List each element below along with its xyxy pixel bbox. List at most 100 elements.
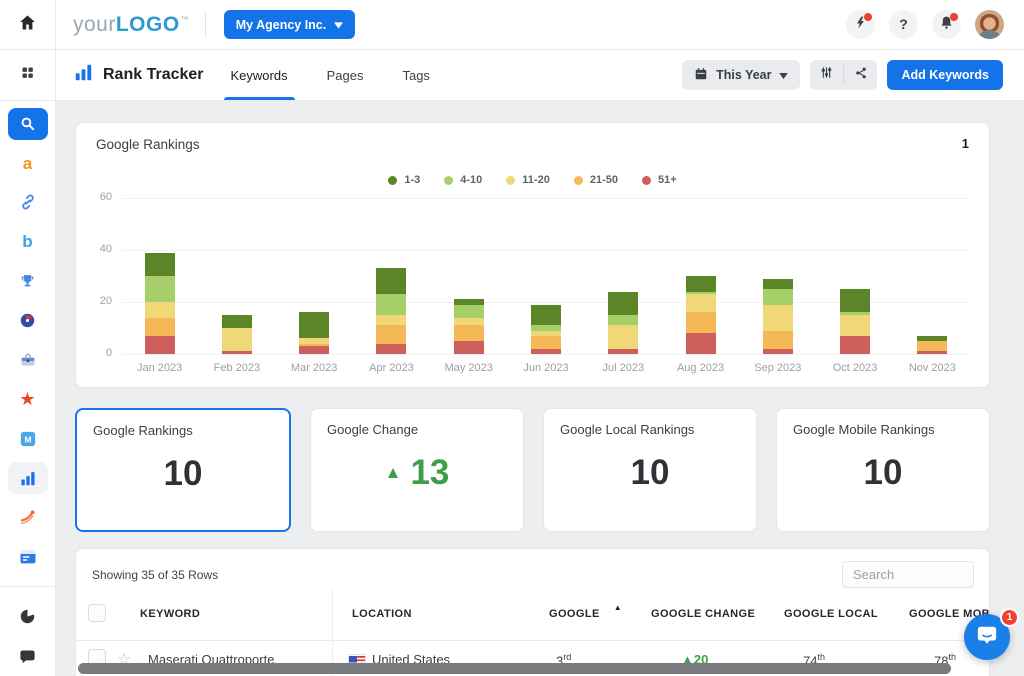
bar-segment-1-3[interactable] xyxy=(762,278,793,290)
bar-segment-21-50[interactable] xyxy=(685,312,716,334)
bar-segment-21-50[interactable] xyxy=(453,325,484,341)
date-range-button[interactable]: This Year xyxy=(682,60,801,90)
bar-segment-4-10[interactable] xyxy=(144,276,175,303)
bar-segment-11-20[interactable] xyxy=(376,315,407,326)
bar-segment-1-3[interactable] xyxy=(144,252,175,277)
bar-may-2023[interactable] xyxy=(453,299,484,354)
metric-card-google-mobile-rankings[interactable]: Google Mobile Rankings 10 xyxy=(776,408,990,532)
legend-label: 4-10 xyxy=(460,174,483,186)
column-header-keyword[interactable]: KEYWORD xyxy=(140,608,200,620)
notifications-button[interactable] xyxy=(932,10,961,39)
bar-segment-51[interactable] xyxy=(685,333,716,354)
bar-segment-51[interactable] xyxy=(840,335,871,354)
tab-tags[interactable]: Tags xyxy=(399,50,432,100)
sidebar-item-trophy[interactable] xyxy=(0,261,56,300)
bar-nov-2023[interactable] xyxy=(917,335,948,354)
bar-segment-4-10[interactable] xyxy=(453,304,484,318)
home-nav-cell[interactable] xyxy=(0,0,56,49)
select-all-checkbox[interactable] xyxy=(88,604,106,622)
avatar[interactable] xyxy=(975,10,1004,39)
logo[interactable]: your LOGO ™ xyxy=(73,13,189,37)
bar-segment-51[interactable] xyxy=(221,351,252,354)
sidebar-item-browser[interactable] xyxy=(0,537,56,576)
bar-segment-1-3[interactable] xyxy=(376,268,407,295)
filter-sliders-button[interactable] xyxy=(810,60,843,90)
bar-segment-11-20[interactable] xyxy=(221,328,252,352)
sidebar-item-rank-tracker[interactable] xyxy=(0,458,56,497)
bar-segment-4-10[interactable] xyxy=(376,294,407,316)
bar-segment-11-20[interactable] xyxy=(453,317,484,326)
sidebar-item-semrush[interactable] xyxy=(0,498,56,537)
bar-segment-21-50[interactable] xyxy=(917,341,948,352)
legend-item-21-50[interactable]: 21-50 xyxy=(573,174,618,186)
bar-segment-51[interactable] xyxy=(917,351,948,354)
share-button[interactable] xyxy=(844,60,877,90)
legend-item-1-3[interactable]: 1-3 xyxy=(388,174,420,186)
bar-jul-2023[interactable] xyxy=(608,291,639,354)
legend-item-4-10[interactable]: 4-10 xyxy=(444,174,482,186)
bar-segment-1-3[interactable] xyxy=(608,291,639,316)
sidebar-item-chat[interactable] xyxy=(0,637,56,676)
bar-mar-2023[interactable] xyxy=(299,312,330,354)
bar-segment-51[interactable] xyxy=(762,348,793,354)
bar-aug-2023[interactable] xyxy=(685,276,716,354)
bar-segment-21-50[interactable] xyxy=(144,317,175,336)
sidebar-item-link[interactable] xyxy=(0,183,56,222)
sidebar-item-star[interactable]: ★ xyxy=(0,380,56,419)
sidebar-item-toolbox[interactable] xyxy=(0,340,56,379)
sidebar-item-bing[interactable]: b xyxy=(0,222,56,261)
bar-segment-11-20[interactable] xyxy=(685,294,716,313)
bar-segment-1-3[interactable] xyxy=(840,289,871,313)
column-header-location[interactable]: LOCATION xyxy=(352,608,412,620)
bar-feb-2023[interactable] xyxy=(221,315,252,354)
bar-segment-1-3[interactable] xyxy=(685,276,716,292)
horizontal-scrollbar[interactable] xyxy=(78,663,951,674)
add-keywords-button[interactable]: Add Keywords xyxy=(887,60,1003,90)
sidebar-item-globe[interactable] xyxy=(0,301,56,340)
bar-segment-1-3[interactable] xyxy=(531,304,561,326)
bar-segment-51[interactable] xyxy=(376,343,407,354)
bar-segment-51[interactable] xyxy=(608,348,639,354)
legend-item-11-20[interactable]: 11-20 xyxy=(506,174,550,186)
help-button[interactable]: ? xyxy=(889,10,918,39)
bar-segment-11-20[interactable] xyxy=(762,304,793,331)
metric-card-google-change[interactable]: Google Change ▲ 13 xyxy=(310,408,524,532)
bar-segment-11-20[interactable] xyxy=(840,315,871,336)
bar-segment-51[interactable] xyxy=(453,340,484,354)
sidebar-item-majestic[interactable]: M xyxy=(0,419,56,458)
bar-segment-51[interactable] xyxy=(144,335,175,354)
sidebar: a b ★ M xyxy=(0,101,56,676)
agency-selector-button[interactable]: My Agency Inc. xyxy=(223,10,356,39)
bar-jun-2023[interactable] xyxy=(531,304,561,354)
tab-pages[interactable]: Pages xyxy=(324,50,367,100)
bar-sep-2023[interactable] xyxy=(762,278,793,354)
apps-grid-cell[interactable] xyxy=(0,50,56,100)
tab-keywords[interactable]: Keywords xyxy=(223,50,295,100)
bar-segment-51[interactable] xyxy=(299,346,330,354)
bar-segment-51[interactable] xyxy=(531,348,561,354)
sidebar-item-search[interactable] xyxy=(0,104,56,143)
boost-button[interactable] xyxy=(846,10,875,39)
legend-item-51[interactable]: 51+ xyxy=(641,174,677,186)
metric-card-google-rankings[interactable]: Google Rankings 10 xyxy=(75,408,291,532)
sidebar-item-pie-chart[interactable] xyxy=(0,597,56,636)
column-header-google-change[interactable]: GOOGLE CHANGE xyxy=(651,608,755,620)
bar-segment-4-10[interactable] xyxy=(608,315,639,326)
bar-segment-21-50[interactable] xyxy=(376,325,407,344)
column-header-google[interactable]: GOOGLE▲ xyxy=(549,603,622,620)
column-header-google-local[interactable]: GOOGLE LOCAL xyxy=(784,608,878,620)
table-search-input[interactable] xyxy=(842,561,974,588)
bar-apr-2023[interactable] xyxy=(376,268,407,354)
metric-card-value: ▲ 13 xyxy=(311,453,523,493)
bar-segment-1-3[interactable] xyxy=(221,315,252,329)
bar-segment-11-20[interactable] xyxy=(608,325,639,349)
bar-segment-11-20[interactable] xyxy=(144,302,175,318)
bar-jan-2023[interactable] xyxy=(144,252,175,354)
sidebar-item-amazon[interactable]: a xyxy=(0,143,56,182)
bar-segment-4-10[interactable] xyxy=(762,289,793,305)
bar-oct-2023[interactable] xyxy=(840,289,871,354)
bar-segment-21-50[interactable] xyxy=(531,335,561,349)
bar-segment-21-50[interactable] xyxy=(762,330,793,349)
metric-card-google-local-rankings[interactable]: Google Local Rankings 10 xyxy=(543,408,757,532)
bar-segment-1-3[interactable] xyxy=(299,312,330,339)
